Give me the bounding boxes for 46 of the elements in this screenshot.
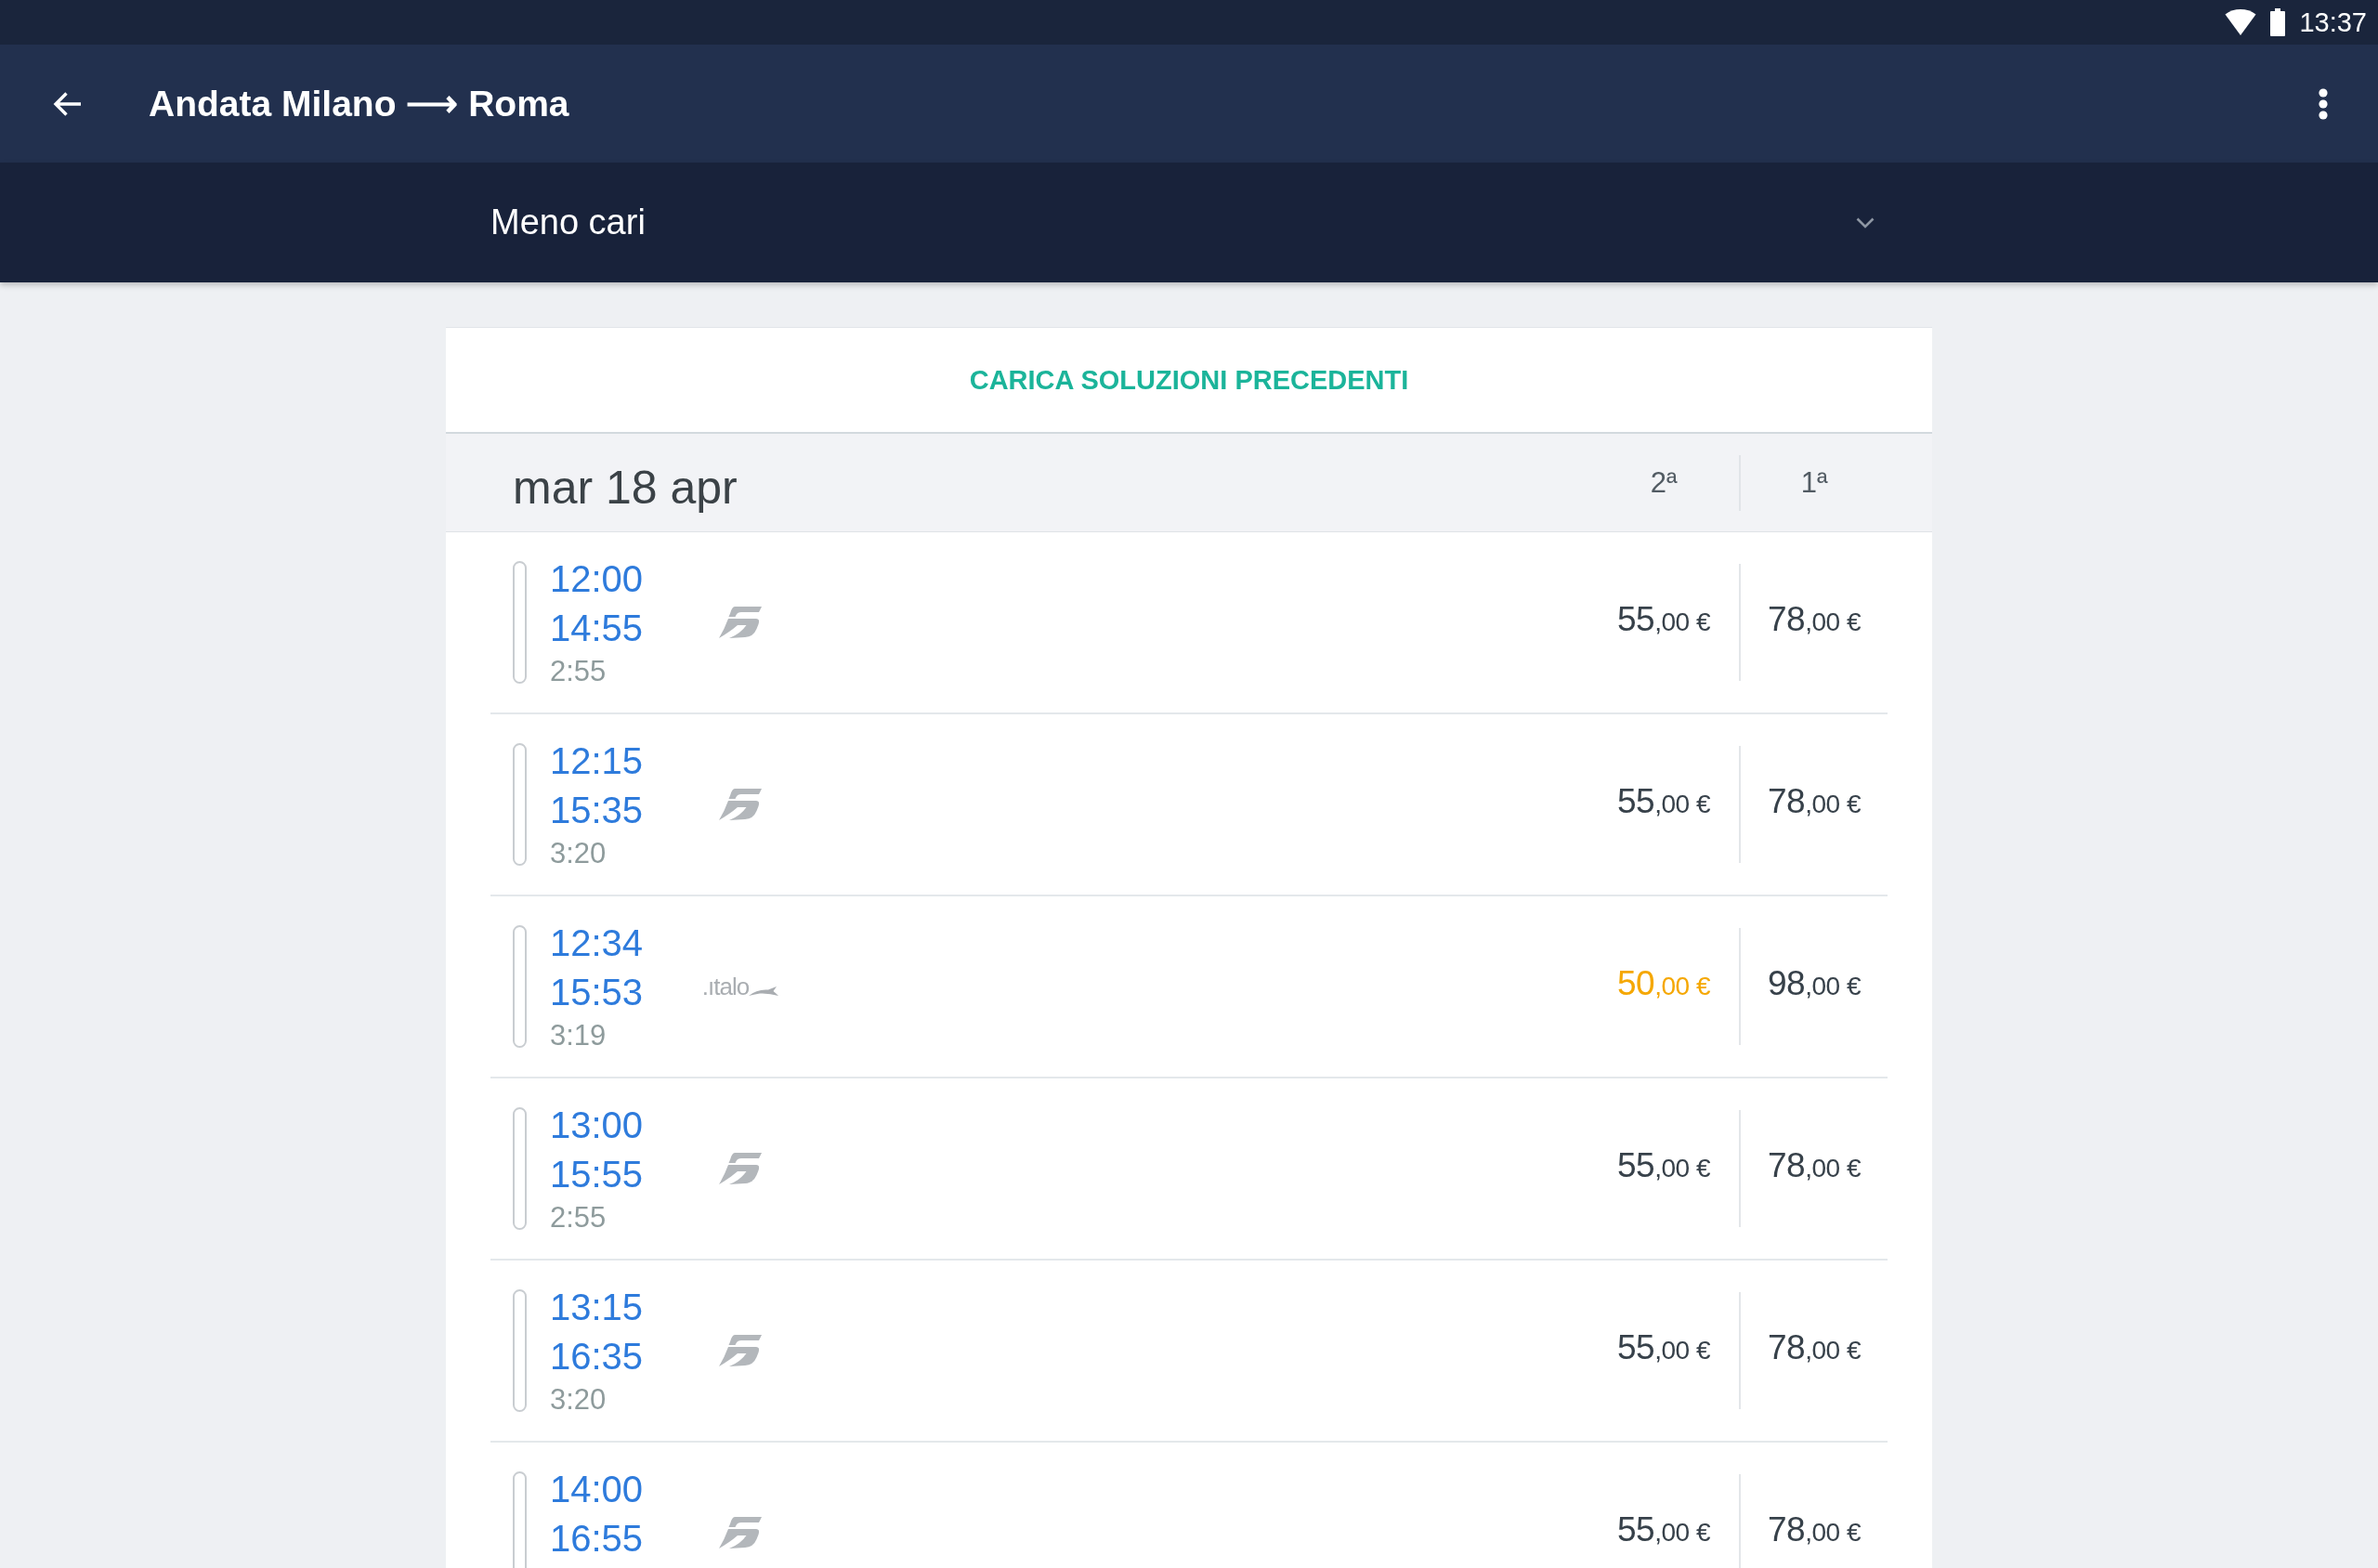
operator-wordmark: .ıtalo bbox=[701, 973, 750, 1000]
operator-logo-icon bbox=[719, 789, 762, 820]
price[interactable]: 78,00 € bbox=[1768, 598, 1861, 647]
sort-dropdown[interactable]: Meno cari bbox=[446, 185, 1932, 260]
battery-icon bbox=[2270, 8, 2286, 36]
screen-title: Andata Milano ⟶ Roma bbox=[149, 82, 569, 125]
price[interactable]: 78,00 € bbox=[1768, 1509, 1861, 1557]
operator-logo-icon bbox=[719, 1153, 762, 1184]
departure-time: 12:34 bbox=[550, 921, 644, 965]
duration-text: 3:20 bbox=[550, 836, 607, 871]
wifi-icon bbox=[2225, 9, 2257, 35]
back-icon[interactable] bbox=[52, 90, 82, 117]
arrival-time: 15:35 bbox=[550, 789, 644, 832]
operator-logo-icon bbox=[719, 607, 762, 638]
operator-logo-icon bbox=[719, 1335, 762, 1366]
departure-time: 12:00 bbox=[550, 557, 644, 601]
price[interactable]: 55,00 € bbox=[1617, 1509, 1710, 1557]
duration-text: 2:55 bbox=[550, 654, 607, 689]
operator-logo-icon bbox=[719, 1517, 762, 1548]
class-column-header: 1ª bbox=[1800, 464, 1828, 501]
departure-time: 12:15 bbox=[550, 739, 644, 783]
departure-time: 14:00 bbox=[550, 1468, 644, 1511]
class-column-header: 2ª bbox=[1650, 464, 1678, 501]
more-options-icon[interactable] bbox=[2319, 87, 2328, 120]
arrival-time: 16:35 bbox=[550, 1335, 644, 1379]
status-time: 13:37 bbox=[2299, 7, 2367, 39]
price[interactable]: 78,00 € bbox=[1768, 780, 1861, 829]
duration-text: 3:20 bbox=[550, 1382, 607, 1418]
swoosh-icon bbox=[749, 986, 779, 997]
price[interactable]: 55,00 € bbox=[1617, 780, 1710, 829]
chevron-down-icon bbox=[1856, 216, 1875, 229]
arrival-time: 15:53 bbox=[550, 971, 644, 1014]
arrival-time: 16:55 bbox=[550, 1517, 644, 1561]
arrival-time: 14:55 bbox=[550, 607, 644, 650]
arrival-time: 15:55 bbox=[550, 1153, 644, 1196]
price[interactable]: 55,00 € bbox=[1617, 598, 1710, 647]
price[interactable]: 55,00 € bbox=[1617, 1144, 1710, 1193]
price[interactable]: 78,00 € bbox=[1768, 1144, 1861, 1193]
price[interactable]: 55,00 € bbox=[1617, 1326, 1710, 1375]
duration-text: 3:19 bbox=[550, 1018, 607, 1053]
duration-text: 2:55 bbox=[550, 1200, 607, 1235]
price[interactable]: 78,00 € bbox=[1768, 1326, 1861, 1375]
price[interactable]: 98,00 € bbox=[1768, 962, 1861, 1011]
departure-time: 13:00 bbox=[550, 1104, 644, 1147]
date-label: mar 18 apr bbox=[513, 460, 738, 516]
departure-time: 13:15 bbox=[550, 1286, 644, 1329]
